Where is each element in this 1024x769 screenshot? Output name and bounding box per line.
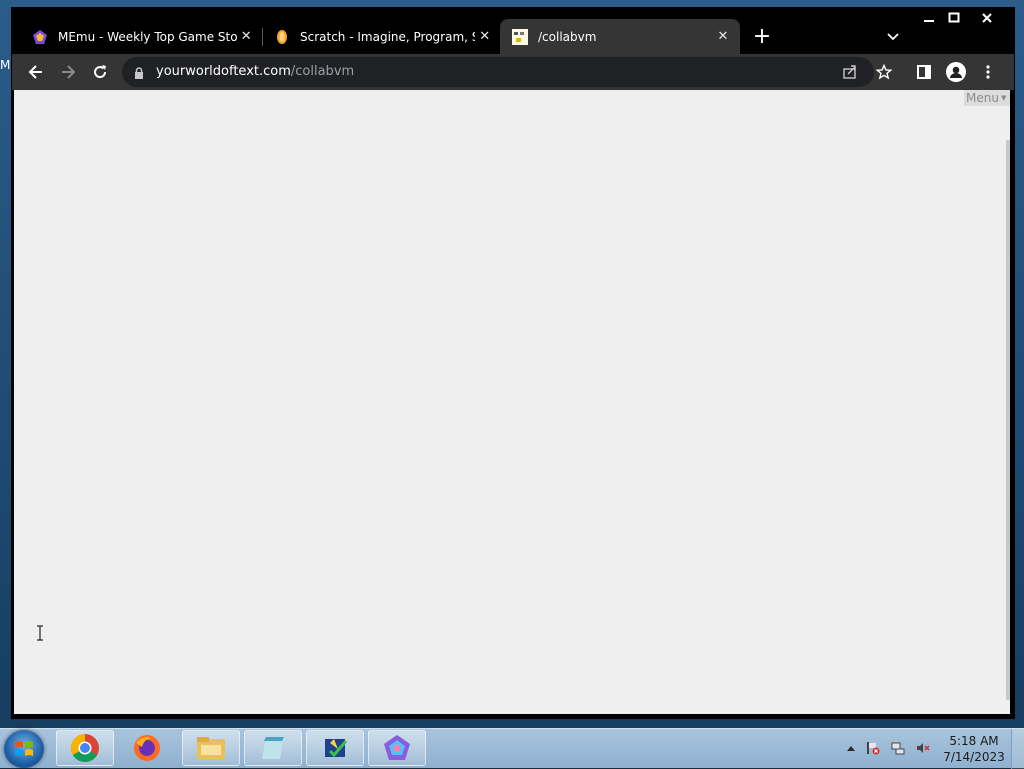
tab-close-icon[interactable]: ✕ xyxy=(237,26,256,48)
back-arrow-icon[interactable] xyxy=(23,59,49,85)
app-checklist-icon xyxy=(325,739,348,758)
action-center-flag-icon[interactable] xyxy=(866,741,880,755)
page-content[interactable]: Menu ▼ xyxy=(14,90,1010,714)
taskbar-app-checklist[interactable] xyxy=(306,730,364,766)
ywot-icon xyxy=(512,28,528,45)
tray-overflow-icon[interactable] xyxy=(844,741,858,755)
tab-scratch[interactable]: Scratch - Imagine, Program, Share ✕ xyxy=(264,19,500,54)
maximize-icon[interactable] xyxy=(942,10,966,26)
show-desktop-button[interactable] xyxy=(1011,729,1024,769)
menu-caret-icon: ▼ xyxy=(1000,94,1007,102)
taskbar-memu[interactable] xyxy=(368,730,426,766)
profile-avatar-icon[interactable] xyxy=(943,59,969,85)
page-scrollbar[interactable] xyxy=(1006,140,1010,700)
tab-close-icon[interactable]: ✕ xyxy=(475,26,494,48)
taskbar-file-explorer[interactable] xyxy=(182,730,240,766)
taskbar: 5:18 AM 7/14/2023 xyxy=(0,728,1024,769)
reload-icon[interactable] xyxy=(87,59,113,85)
firefox-icon xyxy=(134,735,160,761)
browser-window: MEmu - Weekly Top Game Stories ✕ Scratch… xyxy=(12,8,1014,718)
tab-title: Scratch - Imagine, Program, Share xyxy=(300,29,475,44)
taskbar-notepad[interactable] xyxy=(244,730,302,766)
bookmark-star-icon[interactable] xyxy=(871,59,897,85)
close-window-icon[interactable] xyxy=(975,10,999,26)
tab-divider xyxy=(262,28,263,46)
start-button[interactable] xyxy=(4,730,44,768)
file-explorer-icon xyxy=(197,737,225,759)
address-bar[interactable]: yourworldoftext.com/collabvm xyxy=(122,57,874,87)
volume-muted-icon[interactable] xyxy=(916,741,930,755)
url-text: yourworldoftext.com/collabvm xyxy=(156,64,354,79)
memu-icon xyxy=(384,735,410,760)
scratch-icon xyxy=(274,29,290,45)
lock-icon[interactable] xyxy=(134,65,144,84)
tab-strip: MEmu - Weekly Top Game Stories ✕ Scratch… xyxy=(12,8,1014,54)
system-clock[interactable]: 5:18 AM 7/14/2023 xyxy=(942,733,1006,765)
menu-label: Menu xyxy=(966,91,999,105)
tab-collabvm[interactable]: /collabvm ✕ xyxy=(500,19,740,54)
taskbar-chrome[interactable] xyxy=(56,730,114,766)
minimize-icon[interactable] xyxy=(917,10,941,26)
clock-date: 7/14/2023 xyxy=(943,750,1005,764)
browser-toolbar: yourworldoftext.com/collabvm xyxy=(12,54,1014,90)
tab-search-chevron-icon[interactable] xyxy=(884,28,902,46)
side-panel-icon[interactable] xyxy=(911,59,937,85)
tab-title: /collabvm xyxy=(538,29,597,44)
clock-time: 5:18 AM xyxy=(949,734,999,748)
notepad-icon xyxy=(262,737,284,759)
network-icon[interactable] xyxy=(891,741,905,755)
memu-icon xyxy=(32,29,48,45)
url-path: /collabvm xyxy=(290,64,355,79)
kebab-menu-icon[interactable] xyxy=(975,59,1001,85)
taskbar-firefox[interactable] xyxy=(118,730,176,766)
tab-title: MEmu - Weekly Top Game Stories xyxy=(58,29,237,44)
new-tab-button[interactable]: + xyxy=(750,25,774,49)
text-cursor-icon xyxy=(36,625,44,641)
menu-button[interactable]: Menu ▼ xyxy=(964,90,1010,106)
tab-close-icon[interactable]: ✕ xyxy=(712,26,734,48)
forward-arrow-icon[interactable] xyxy=(55,59,81,85)
tab-memu[interactable]: MEmu - Weekly Top Game Stories ✕ xyxy=(12,19,262,54)
share-icon[interactable] xyxy=(842,64,858,84)
windows-logo-icon xyxy=(15,741,33,756)
chrome-icon xyxy=(71,734,99,762)
desktop-icon-label[interactable]: M xyxy=(0,58,10,72)
url-domain: yourworldoftext.com xyxy=(156,64,291,79)
